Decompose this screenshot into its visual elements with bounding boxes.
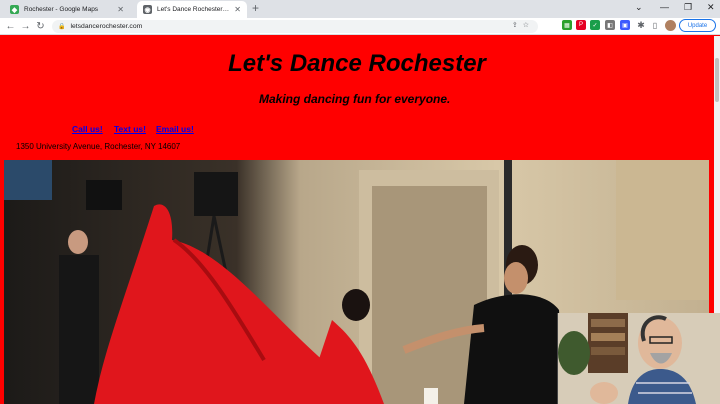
back-icon[interactable]: ←: [3, 21, 18, 32]
tab-strip: ◆ Rochester - Google Maps ✕ ◉ Let's Danc…: [0, 0, 720, 18]
google-maps-icon: ◆: [10, 5, 19, 14]
pinterest-icon[interactable]: P: [576, 20, 586, 30]
close-window-icon[interactable]: ✕: [707, 2, 715, 13]
email-us-link[interactable]: Email us!: [156, 124, 194, 134]
new-tab-icon[interactable]: +: [252, 1, 259, 15]
site-tagline: Making dancing fun for everyone.: [259, 92, 451, 106]
url-text: letsdancerochester.com: [70, 23, 143, 30]
close-tab-icon[interactable]: ✕: [234, 5, 241, 14]
bookmark-star-icon[interactable]: ☆: [523, 22, 534, 29]
lock-icon[interactable]: 🔒: [58, 23, 65, 30]
presenter-webcam-illustration: [558, 313, 720, 404]
tab-lets-dance[interactable]: ◉ Let's Dance Rochester Dance St... ✕: [137, 1, 247, 18]
profile-dropdown-icon[interactable]: ⌄: [635, 2, 643, 13]
webcam-overlay: [557, 313, 720, 404]
call-us-link[interactable]: Call us!: [72, 124, 103, 134]
extension-check-icon[interactable]: ✓: [590, 20, 600, 30]
extension-gray-icon[interactable]: ◧: [605, 20, 615, 30]
profile-avatar[interactable]: [665, 20, 676, 31]
address-bar[interactable]: 🔒 letsdancerochester.com ⇪☆: [52, 20, 538, 33]
omnibox-actions: ⇪☆: [512, 21, 534, 29]
minimize-icon[interactable]: —: [660, 2, 669, 12]
tab-title: Rochester - Google Maps: [24, 6, 99, 13]
extensions-puzzle-icon[interactable]: ✱: [636, 20, 646, 30]
extension-green-icon[interactable]: ▦: [562, 20, 572, 30]
side-panel-icon[interactable]: ▯: [650, 20, 660, 30]
tab-google-maps[interactable]: ◆ Rochester - Google Maps ✕: [4, 1, 130, 18]
tab-title: Let's Dance Rochester Dance St...: [157, 6, 230, 13]
close-tab-icon[interactable]: ✕: [117, 5, 124, 14]
site-title: Let's Dance Rochester: [228, 50, 486, 77]
extension-blue-icon[interactable]: ▣: [620, 20, 630, 30]
maximize-icon[interactable]: ❐: [684, 2, 692, 13]
forward-icon[interactable]: →: [18, 21, 33, 32]
text-us-link[interactable]: Text us!: [114, 124, 146, 134]
reload-icon[interactable]: ↻: [33, 21, 48, 32]
scrollbar-thumb[interactable]: [715, 58, 719, 102]
share-icon[interactable]: ⇪: [512, 22, 523, 29]
site-favicon-icon: ◉: [143, 5, 152, 14]
update-button[interactable]: Update: [679, 19, 716, 32]
site-address: 1350 University Avenue, Rochester, NY 14…: [16, 142, 181, 151]
